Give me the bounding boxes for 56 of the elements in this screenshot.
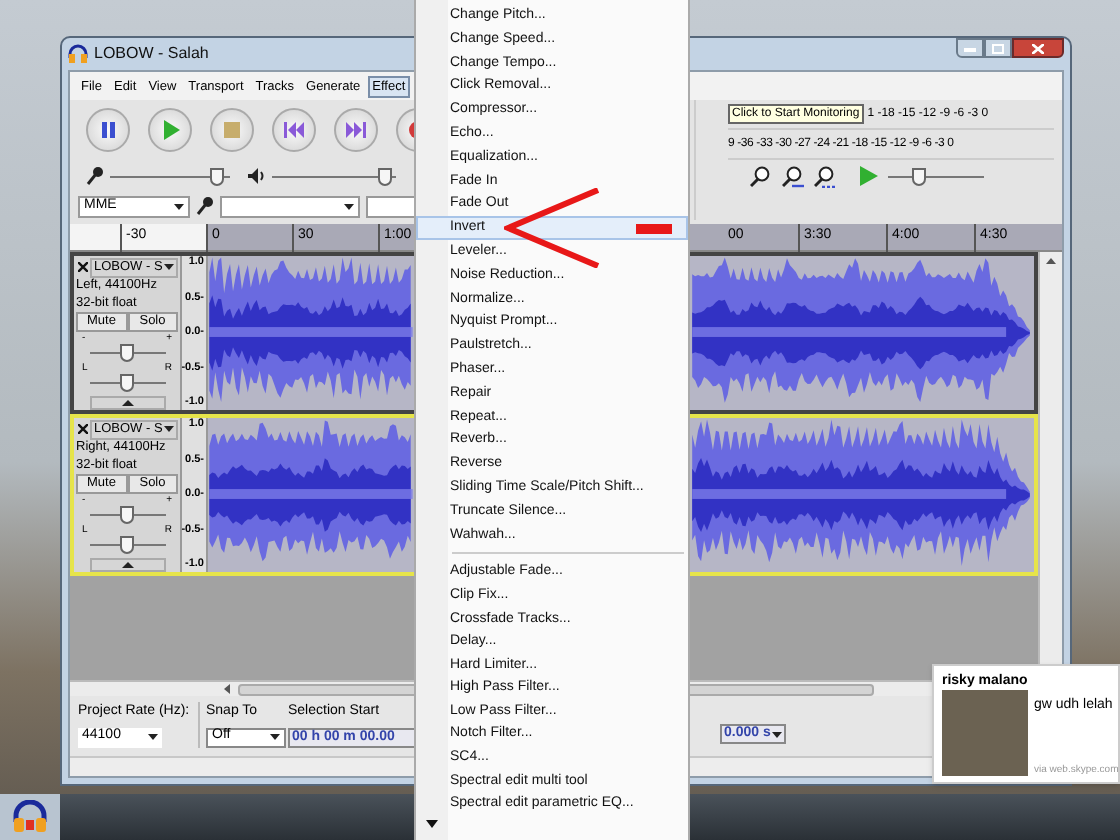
play-icon [160,120,180,140]
annotation-dash [636,224,672,234]
zoom-icon [813,165,835,187]
window-title: LOBOW - Salah [94,42,209,66]
caret-icon [174,203,184,209]
photo-placeholder [942,690,1028,776]
caret-icon [270,734,280,740]
zoom-icon [781,165,803,187]
microphone-icon [86,166,104,186]
slider-thumb[interactable] [120,374,134,392]
device-dropdown[interactable] [220,195,360,217]
track-close-button[interactable] [76,260,88,274]
speaker-icon [248,168,266,184]
slider-thumb[interactable] [120,344,134,362]
zoom-selection-button[interactable] [780,164,804,188]
close-button[interactable] [1012,38,1064,58]
slider-thumb[interactable] [378,167,393,185]
slider-thumb[interactable] [210,167,225,185]
maximize-icon [992,43,1004,53]
caret-icon [164,426,174,432]
track-close-button[interactable] [76,422,88,436]
caret-icon [1046,258,1056,264]
maximize-button[interactable] [984,38,1012,58]
slider-thumb[interactable] [120,536,134,554]
caret-icon [344,203,354,209]
headphones-icon [12,800,48,834]
pause-button[interactable] [86,108,130,152]
zoom-icon [749,165,771,187]
scroll-down-icon [426,819,438,828]
skip-end-button[interactable] [334,108,378,152]
caret-icon [121,400,133,406]
caret-icon [223,684,229,694]
app-icon [68,44,88,64]
zoom-in-button[interactable] [748,164,772,188]
collapse-button[interactable] [89,558,165,572]
close-icon [77,262,87,272]
stop-icon [222,120,242,140]
close-icon [1032,43,1044,53]
close-icon [77,424,87,434]
minimize-button[interactable] [956,38,984,58]
taskbar-app-button[interactable] [0,794,60,840]
caret-icon [121,562,133,568]
pause-icon [98,120,118,140]
caret-icon [772,731,783,737]
caret-icon [148,734,158,740]
microphone-icon [196,196,214,216]
caret-icon [164,264,174,270]
play-icon [860,166,878,186]
skip-start-button[interactable] [272,108,316,152]
zoom-fit-button[interactable] [812,164,836,188]
minimize-icon [964,48,976,52]
slider-thumb[interactable] [120,506,134,524]
slider-thumb[interactable] [912,167,927,185]
skip-end-icon [346,120,366,140]
skip-start-icon [284,120,304,140]
collapse-button[interactable] [89,396,165,410]
